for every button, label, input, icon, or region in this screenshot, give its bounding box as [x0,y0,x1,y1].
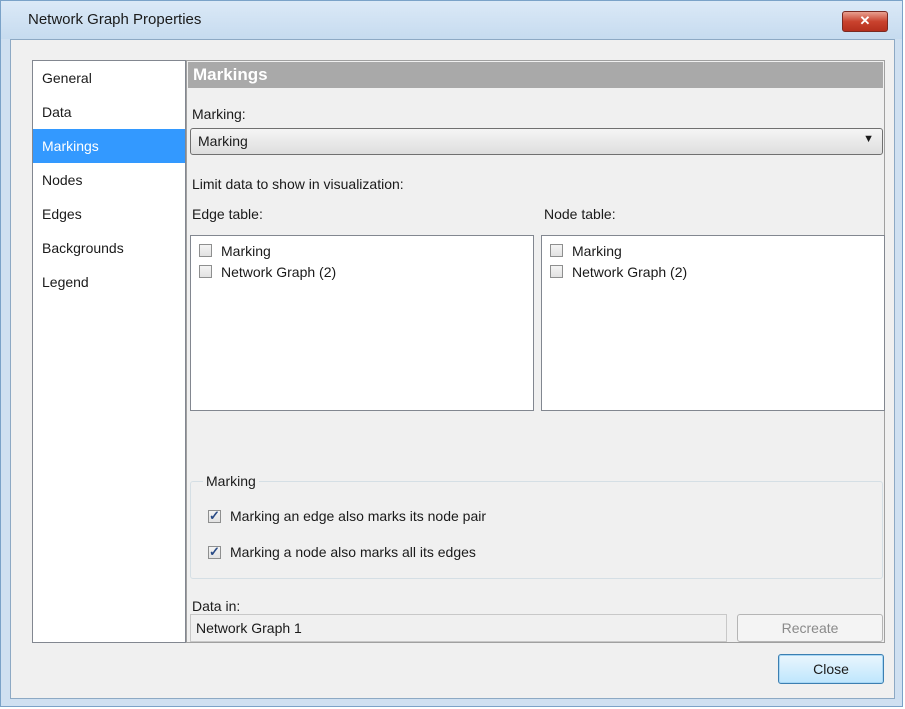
nav-item-markings[interactable]: Markings [33,129,185,163]
nav-item-data[interactable]: Data [33,95,185,129]
edge-network-graph-checkbox[interactable] [199,265,212,278]
list-item[interactable]: Network Graph (2) [191,261,533,282]
data-in-label: Data in: [192,598,241,614]
recreate-label: Recreate [781,620,839,636]
marking-dropdown[interactable]: Marking ▼ [190,128,883,155]
node-table-list: Marking Network Graph (2) [541,235,885,411]
window-title: Network Graph Properties [28,11,202,28]
edge-marks-nodes-checkbox[interactable] [208,508,221,524]
option-label: Marking a node also marks all its edges [230,544,476,560]
option-label: Marking an edge also marks its node pair [230,508,487,524]
group-title: Marking [203,473,259,489]
category-list: General Data Markings Nodes Edges Backgr… [32,60,186,643]
chevron-down-icon: ▼ [863,133,874,145]
list-item-label: Network Graph (2) [572,263,688,280]
list-item[interactable]: Marking [191,240,533,261]
markings-panel: Markings Marking: Marking ▼ Limit data t… [186,60,885,643]
list-item-label: Network Graph (2) [221,263,337,280]
marking-groupbox: Marking Marking an edge also marks its n… [190,473,883,579]
marking-label: Marking: [192,106,246,122]
close-button-label: Close [813,661,849,677]
node-table-label: Node table: [544,206,616,222]
nav-item-backgrounds[interactable]: Backgrounds [33,231,185,265]
node-marks-edges-checkbox[interactable] [208,544,221,560]
edge-marking-checkbox[interactable] [199,244,212,257]
dialog-window: Network Graph Properties ✕ General Data … [0,0,903,707]
node-marks-edges-option[interactable]: Marking a node also marks all its edges [208,544,476,560]
close-button[interactable]: Close [778,654,884,684]
nav-item-edges[interactable]: Edges [33,197,185,231]
title-bar[interactable]: Network Graph Properties ✕ [1,1,902,39]
recreate-button[interactable]: Recreate [737,614,883,642]
list-item[interactable]: Network Graph (2) [542,261,884,282]
nav-item-nodes[interactable]: Nodes [33,163,185,197]
list-item-label: Marking [572,242,622,259]
edge-table-list: Marking Network Graph (2) [190,235,534,411]
data-in-value: Network Graph 1 [196,620,302,636]
nav-item-legend[interactable]: Legend [33,265,185,299]
dialog-client: General Data Markings Nodes Edges Backgr… [10,39,895,699]
node-marking-checkbox[interactable] [550,244,563,257]
marking-dropdown-value: Marking [198,133,248,149]
list-item[interactable]: Marking [542,240,884,261]
nav-item-general[interactable]: General [33,61,185,95]
list-item-label: Marking [221,242,271,259]
limit-data-label: Limit data to show in visualization: [192,176,404,192]
edge-marks-nodes-option[interactable]: Marking an edge also marks its node pair [208,508,486,524]
panel-header: Markings [188,62,883,88]
node-network-graph-checkbox[interactable] [550,265,563,278]
close-window-button[interactable]: ✕ [842,11,888,32]
close-icon: ✕ [859,13,871,28]
edge-table-label: Edge table: [192,206,263,222]
data-in-field: Network Graph 1 [190,614,727,642]
